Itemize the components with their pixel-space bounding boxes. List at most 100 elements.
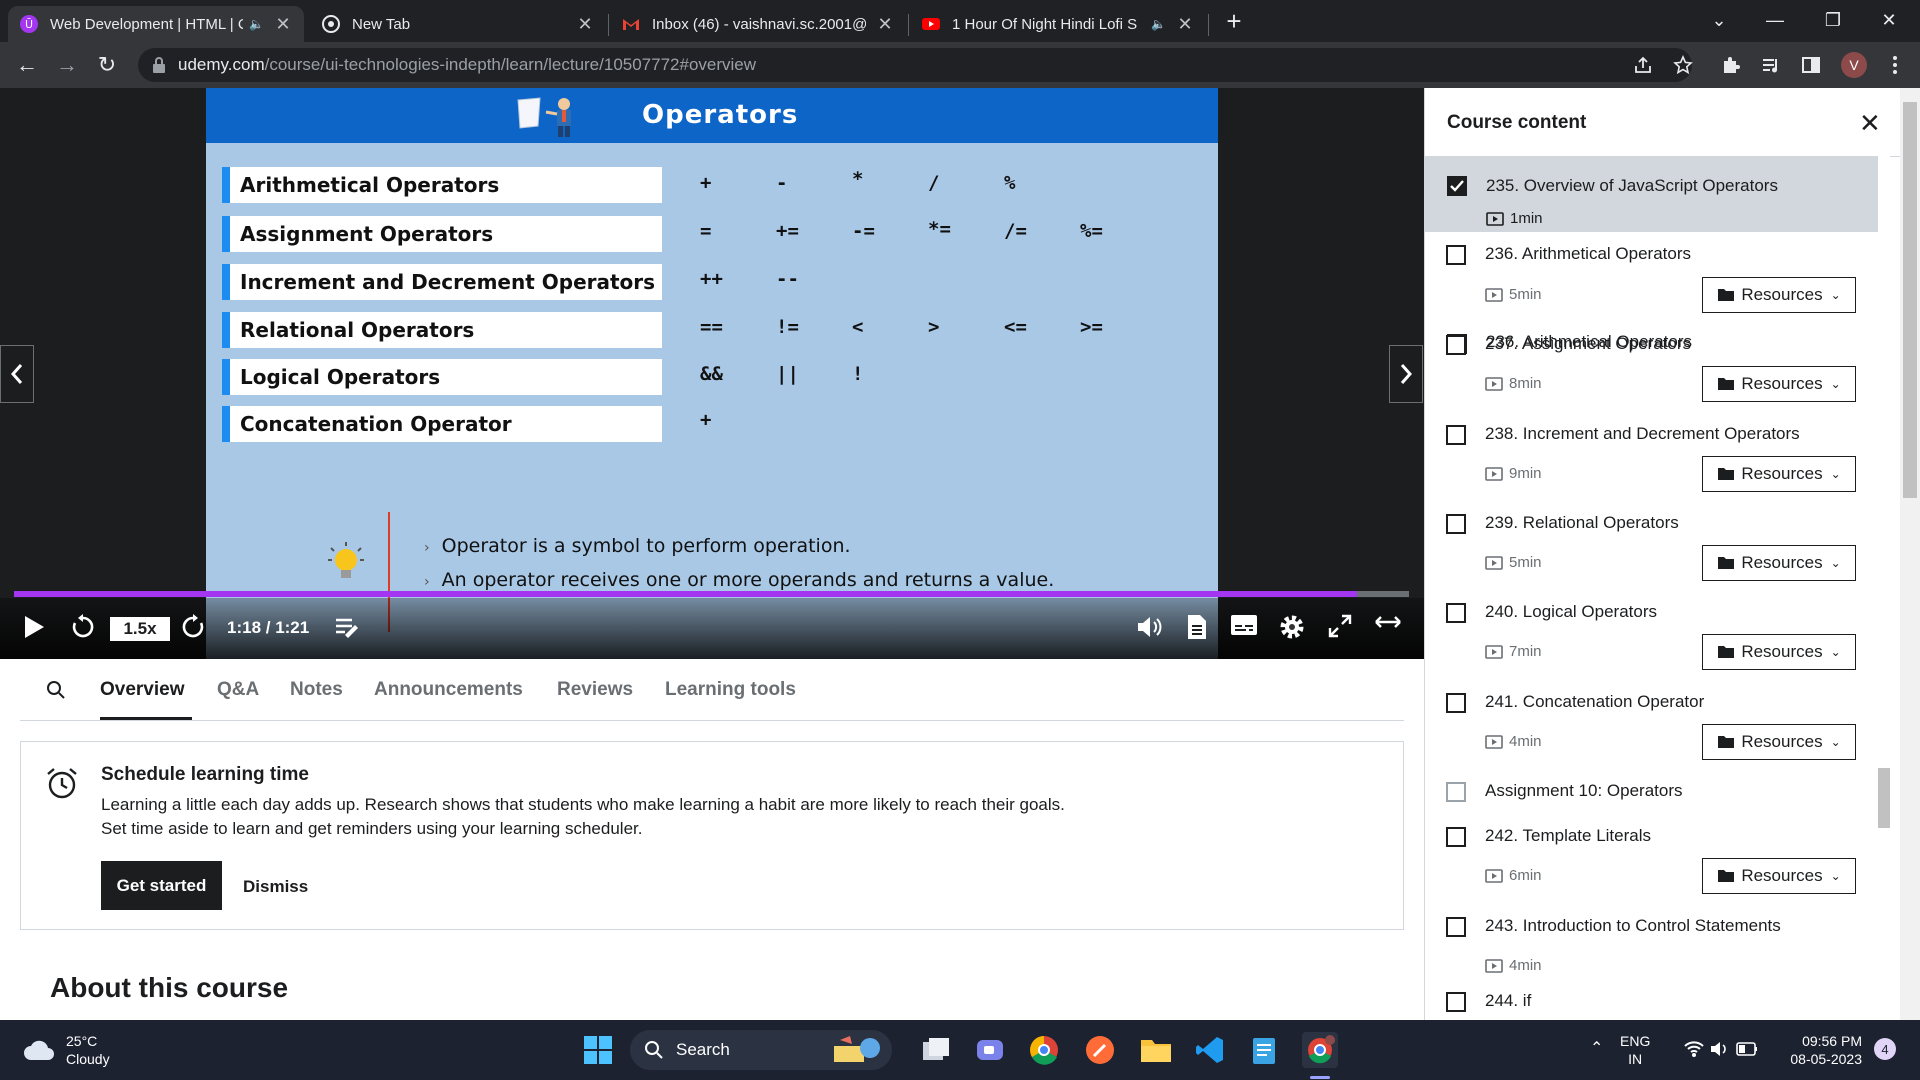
lecture-checkbox[interactable] [1446,782,1466,802]
extensions-puzzle-icon[interactable] [1720,54,1742,76]
wifi-icon[interactable] [1684,1040,1704,1058]
search-icon[interactable] [46,680,66,700]
taskbar-app-chrome-profile[interactable] [1302,1032,1338,1068]
address-bar[interactable]: udemy.com/course/ui-technologies-indepth… [138,48,1692,82]
lecture-checkbox[interactable] [1446,693,1466,713]
lecture-checkbox[interactable] [1446,425,1466,445]
next-lecture-button[interactable] [1389,345,1423,403]
lecture-checkbox[interactable] [1446,514,1466,534]
sidebar-scrollbar-track[interactable] [1878,156,1890,1020]
taskbar-app-postman[interactable] [1082,1032,1118,1068]
tab-announcements[interactable]: Announcements [374,679,523,701]
tab-web-development[interactable]: Ū Web Development | HTML | C 🔈 ✕ [8,6,304,42]
notification-badge[interactable]: 4 [1874,1038,1896,1060]
lecture-checkbox[interactable] [1446,917,1466,937]
back-button[interactable]: ← [12,50,42,80]
tray-overflow-chevron-icon[interactable]: ⌃ [1590,1038,1603,1058]
system-clock[interactable]: 09:56 PM 08-05-2023 [1766,1032,1862,1068]
media-control-icon[interactable] [1760,54,1782,76]
lecture-item[interactable]: 240. Logical Operators 7min Resources ⌄ [1424,596,1878,686]
input-language[interactable]: ENG IN [1620,1032,1650,1068]
tab-qa[interactable]: Q&A [217,679,259,701]
kebab-menu-icon[interactable] [1884,54,1906,76]
lecture-checkbox[interactable] [1446,245,1466,265]
previous-lecture-button[interactable] [0,345,34,403]
captions-button[interactable] [1230,614,1258,636]
forward-button[interactable] [180,614,206,640]
tab-gmail-inbox[interactable]: Inbox (46) - vaishnavi.sc.2001@g ✕ [610,6,906,42]
taskbar-app-teams[interactable] [972,1032,1008,1068]
new-tab-button[interactable]: + [1219,6,1249,36]
window-close-button[interactable]: ✕ [1866,0,1912,40]
tab-learning-tools[interactable]: Learning tools [665,679,796,701]
volume-button[interactable] [1136,614,1164,640]
taskbar-app-file-explorer[interactable] [1138,1032,1174,1068]
taskbar-app-chrome[interactable] [1026,1032,1062,1068]
tab-youtube-lofi[interactable]: 1 Hour Of Night Hindi Lofi S 🔈 ✕ [910,6,1206,42]
reload-button[interactable]: ↻ [92,50,122,80]
windows-start-button[interactable] [580,1032,616,1068]
tab-close-icon[interactable]: ✕ [876,14,894,35]
battery-icon[interactable] [1736,1041,1758,1057]
sidebar-scrollbar-thumb[interactable] [1878,768,1890,828]
taskbar-app-notepad[interactable] [1246,1032,1282,1068]
resources-dropdown[interactable]: Resources ⌄ [1702,277,1856,313]
sidebar-close-button[interactable]: ✕ [1859,108,1881,139]
resources-dropdown[interactable]: Resources ⌄ [1702,858,1856,894]
bookmark-star-icon[interactable] [1672,54,1694,76]
lecture-item[interactable]: 238. Increment and Decrement Operators 9… [1424,416,1878,506]
speaker-icon[interactable] [1710,1040,1730,1058]
side-panel-icon[interactable] [1800,54,1822,76]
tab-close-icon[interactable]: ✕ [1176,14,1194,35]
lecture-item[interactable]: 239. Relational Operators 5min Resources… [1424,506,1878,596]
assignment-item[interactable]: Assignment 10: Operators [1424,776,1878,820]
video-player[interactable]: Operators Arithmetical Operators Assignm… [0,88,1424,659]
tab-audio-icon[interactable]: 🔈 [1151,17,1166,31]
lecture-checkbox[interactable] [1446,603,1466,623]
page-scrollbar-track[interactable] [1900,88,1920,1020]
profile-avatar[interactable]: V [1841,52,1867,78]
fullscreen-button[interactable] [1328,614,1352,638]
lecture-item[interactable]: 242. Template Literals 6min Resources ⌄ [1424,820,1878,910]
lecture-checkbox[interactable] [1446,992,1466,1012]
resources-dropdown[interactable]: Resources ⌄ [1702,634,1856,670]
tab-new-tab[interactable]: New Tab ✕ [310,6,606,42]
minimize-button[interactable]: — [1752,0,1798,40]
get-started-button[interactable]: Get started [101,861,222,910]
taskbar-search[interactable]: Search [630,1030,892,1070]
share-icon[interactable] [1632,54,1654,76]
settings-button[interactable] [1279,614,1305,640]
video-progress-bar[interactable] [14,591,1409,597]
lecture-item[interactable]: 243. Introduction to Control Statements … [1424,910,1878,986]
tab-reviews[interactable]: Reviews [557,679,633,701]
tab-overview[interactable]: Overview [100,679,185,701]
tab-close-icon[interactable]: ✕ [274,14,292,35]
lecture-item[interactable]: 244. if [1424,986,1878,1020]
rewind-button[interactable] [70,614,96,640]
playback-speed-button[interactable]: 1.5x [110,617,170,641]
lecture-checkbox[interactable] [1446,335,1466,355]
lecture-item[interactable]: 241. Concatenation Operator 4min Resourc… [1424,686,1878,776]
lecture-item[interactable]: 237. Assignment Operators 8min Resources… [1424,326,1878,416]
lecture-item[interactable]: 235. Overview of JavaScript Operators 1m… [1425,157,1879,232]
tab-search-button[interactable]: ⌄ [1696,0,1742,40]
lecture-item[interactable]: 236. Arithmetical Operators 5min Resourc… [1424,236,1878,326]
weather-widget[interactable]: 25°C Cloudy [22,1032,110,1068]
lecture-checkbox[interactable] [1446,827,1466,847]
taskbar-app-files[interactable] [918,1032,954,1068]
tab-close-icon[interactable]: ✕ [576,14,594,35]
transcript-button[interactable] [1186,614,1208,640]
add-note-button[interactable] [334,614,360,640]
taskbar-app-vscode[interactable] [1192,1032,1228,1068]
resources-dropdown[interactable]: Resources ⌄ [1702,545,1856,581]
page-scrollbar-thumb[interactable] [1903,102,1917,498]
lecture-checkbox[interactable] [1447,176,1467,196]
resources-dropdown[interactable]: Resources ⌄ [1702,456,1856,492]
tab-notes[interactable]: Notes [290,679,343,701]
resources-dropdown[interactable]: Resources ⌄ [1702,724,1856,760]
expanded-view-button[interactable] [1374,614,1402,630]
restore-button[interactable]: ❐ [1810,0,1856,40]
resources-dropdown[interactable]: Resources ⌄ [1702,366,1856,402]
dismiss-button[interactable]: Dismiss [243,877,308,897]
tab-audio-icon[interactable]: 🔈 [249,17,264,31]
